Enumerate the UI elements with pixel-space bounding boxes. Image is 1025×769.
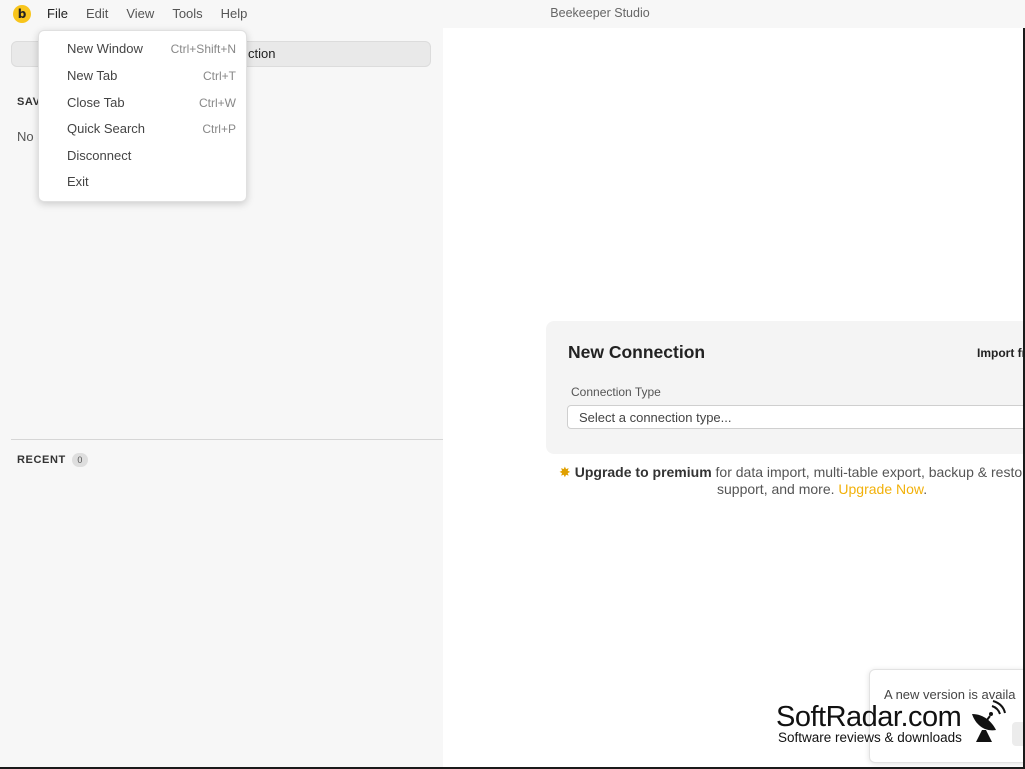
menu-item-label: Exit <box>67 174 89 189</box>
import-link[interactable]: Import fr <box>977 346 1025 360</box>
new-connection-card: New Connection Import fr Connection Type… <box>546 321 1025 454</box>
upgrade-now-link[interactable]: Upgrade Now <box>838 481 923 497</box>
menu-item-new-tab[interactable]: New Tab Ctrl+T <box>39 63 246 89</box>
upgrade-tail: . <box>923 481 928 497</box>
upgrade-line2-text: support, and more. <box>717 481 835 497</box>
menu-item-shortcut: Ctrl+W <box>199 96 236 110</box>
satellite-dish-icon <box>972 700 1006 742</box>
menu-item-label: New Window <box>67 41 143 56</box>
menu-item-label: Disconnect <box>67 148 132 163</box>
upgrade-rest-text: for data import, multi-table export, bac… <box>715 464 1023 480</box>
menu-item-disconnect[interactable]: Disconnect <box>39 143 246 169</box>
recent-connections-heading: RECENT 0 <box>17 453 88 467</box>
upgrade-bold-text: Upgrade to premium <box>574 464 712 480</box>
upgrade-line-1: ✸ Upgrade to premium for data import, mul… <box>559 464 1022 480</box>
connection-type-label: Connection Type <box>571 385 661 399</box>
softradar-watermark: SoftRadar.com Software reviews & downloa… <box>776 700 1016 750</box>
watermark-tagline: Software reviews & downloads <box>778 730 962 745</box>
sidebar-divider[interactable] <box>11 439 443 440</box>
title-bar: b File Edit View Tools Help Beekeeper St… <box>0 0 1025 28</box>
recent-count-badge: 0 <box>71 453 88 467</box>
menu-item-shortcut: Ctrl+Shift+N <box>170 42 236 56</box>
recent-heading-label: RECENT <box>17 454 66 466</box>
watermark-name: SoftRadar.com <box>776 701 962 733</box>
new-connection-title: New Connection <box>568 342 706 362</box>
menu-item-new-window[interactable]: New Window Ctrl+Shift+N <box>39 36 246 62</box>
file-menu-dropdown: New Window Ctrl+Shift+N New Tab Ctrl+T C… <box>38 30 247 202</box>
connection-type-select[interactable]: Select a connection type... <box>567 405 1025 429</box>
sparkle-icon: ✸ <box>559 464 571 480</box>
menu-item-label: New Tab <box>67 68 118 83</box>
new-connection-button-label: ction <box>248 46 276 61</box>
menu-item-exit[interactable]: Exit <box>39 169 246 195</box>
upgrade-line-2: support, and more. Upgrade Now. <box>717 481 927 497</box>
menu-item-shortcut: Ctrl+T <box>203 69 236 83</box>
menu-item-label: Quick Search <box>67 121 146 136</box>
menu-item-close-tab[interactable]: Close Tab Ctrl+W <box>39 90 246 116</box>
menu-item-quick-search[interactable]: Quick Search Ctrl+P <box>39 116 246 142</box>
main-panel: New Connection Import fr Connection Type… <box>443 28 1025 769</box>
window-title: Beekeeper Studio <box>550 6 650 20</box>
menu-item-shortcut: Ctrl+P <box>202 122 236 136</box>
menu-item-label: Close Tab <box>67 95 125 110</box>
